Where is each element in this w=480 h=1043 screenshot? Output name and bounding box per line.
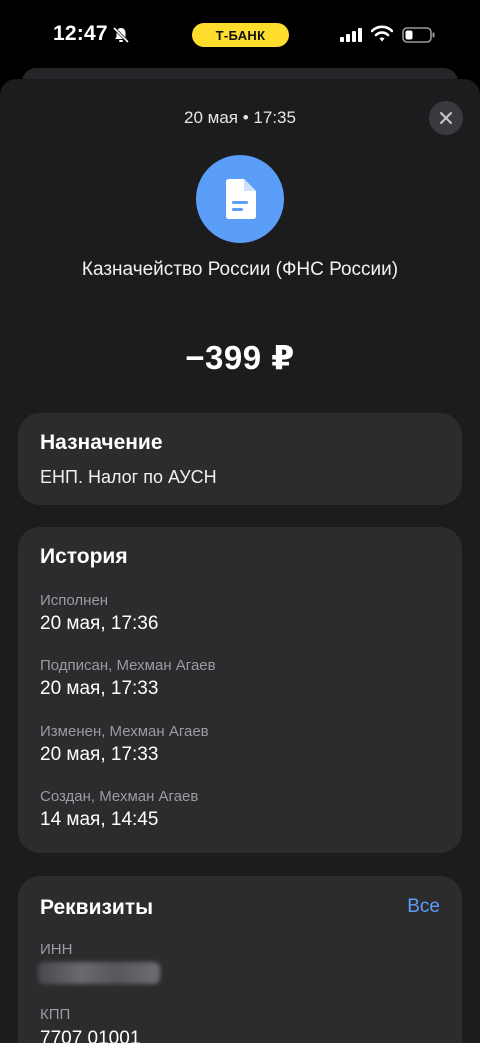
history-item-value: 14 мая, 14:45 [40,809,159,830]
close-button[interactable] [429,101,463,135]
purpose-title: Назначение [40,431,163,454]
close-icon [440,112,452,124]
bank-badge: Т-БАНК [192,23,289,47]
signal-icon [340,28,362,42]
purpose-card: Назначение ЕНП. Налог по АУСН [18,413,462,505]
history-item: Подписан, Мехман Агаев 20 мая, 17:33 [40,657,216,700]
purpose-text: ЕНП. Налог по АУСН [40,467,217,487]
history-item-label: Создан, Мехман Агаев [40,788,199,805]
inn-value-redacted [38,962,160,984]
status-time: 12:47 [53,22,108,45]
inn-label: ИНН [40,941,73,958]
history-item: Изменен, Мехман Агаев 20 мая, 17:33 [40,723,209,766]
history-title: История [40,545,128,568]
kpp-value: 7707 01001 [40,1028,141,1043]
history-card: История Исполнен 20 мая, 17:36 Подписан,… [18,527,462,853]
requisites-title: Реквизиты [40,896,154,919]
all-requisites-link[interactable]: Все [407,896,440,918]
history-item-value: 20 мая, 17:36 [40,613,159,634]
document-icon [226,179,256,219]
history-item-label: Изменен, Мехман Агаев [40,723,209,740]
battery-icon [402,27,435,43]
operation-avatar [196,155,284,243]
bell-off-icon [112,26,130,44]
history-item-label: Исполнен [40,592,109,609]
operation-date: 20 мая • 17:35 [184,108,296,127]
history-item-value: 20 мая, 17:33 [40,678,159,699]
status-bar: 12:47 Т-БАНК [0,0,480,70]
history-item: Создан, Мехман Агаев 14 мая, 14:45 [40,788,198,831]
operation-amount: −399 ₽ [185,339,295,376]
kpp-label: КПП [40,1006,71,1023]
history-item: Исполнен 20 мая, 17:36 [40,592,158,635]
recipient-name: Казначейство России (ФНС России) [81,259,399,280]
history-item-value: 20 мая, 17:33 [40,744,159,765]
requisites-card: Реквизиты Все ИНН КПП 7707 01001 [18,876,462,1043]
wifi-icon [371,25,393,42]
history-item-label: Подписан, Мехман Агаев [40,657,216,674]
